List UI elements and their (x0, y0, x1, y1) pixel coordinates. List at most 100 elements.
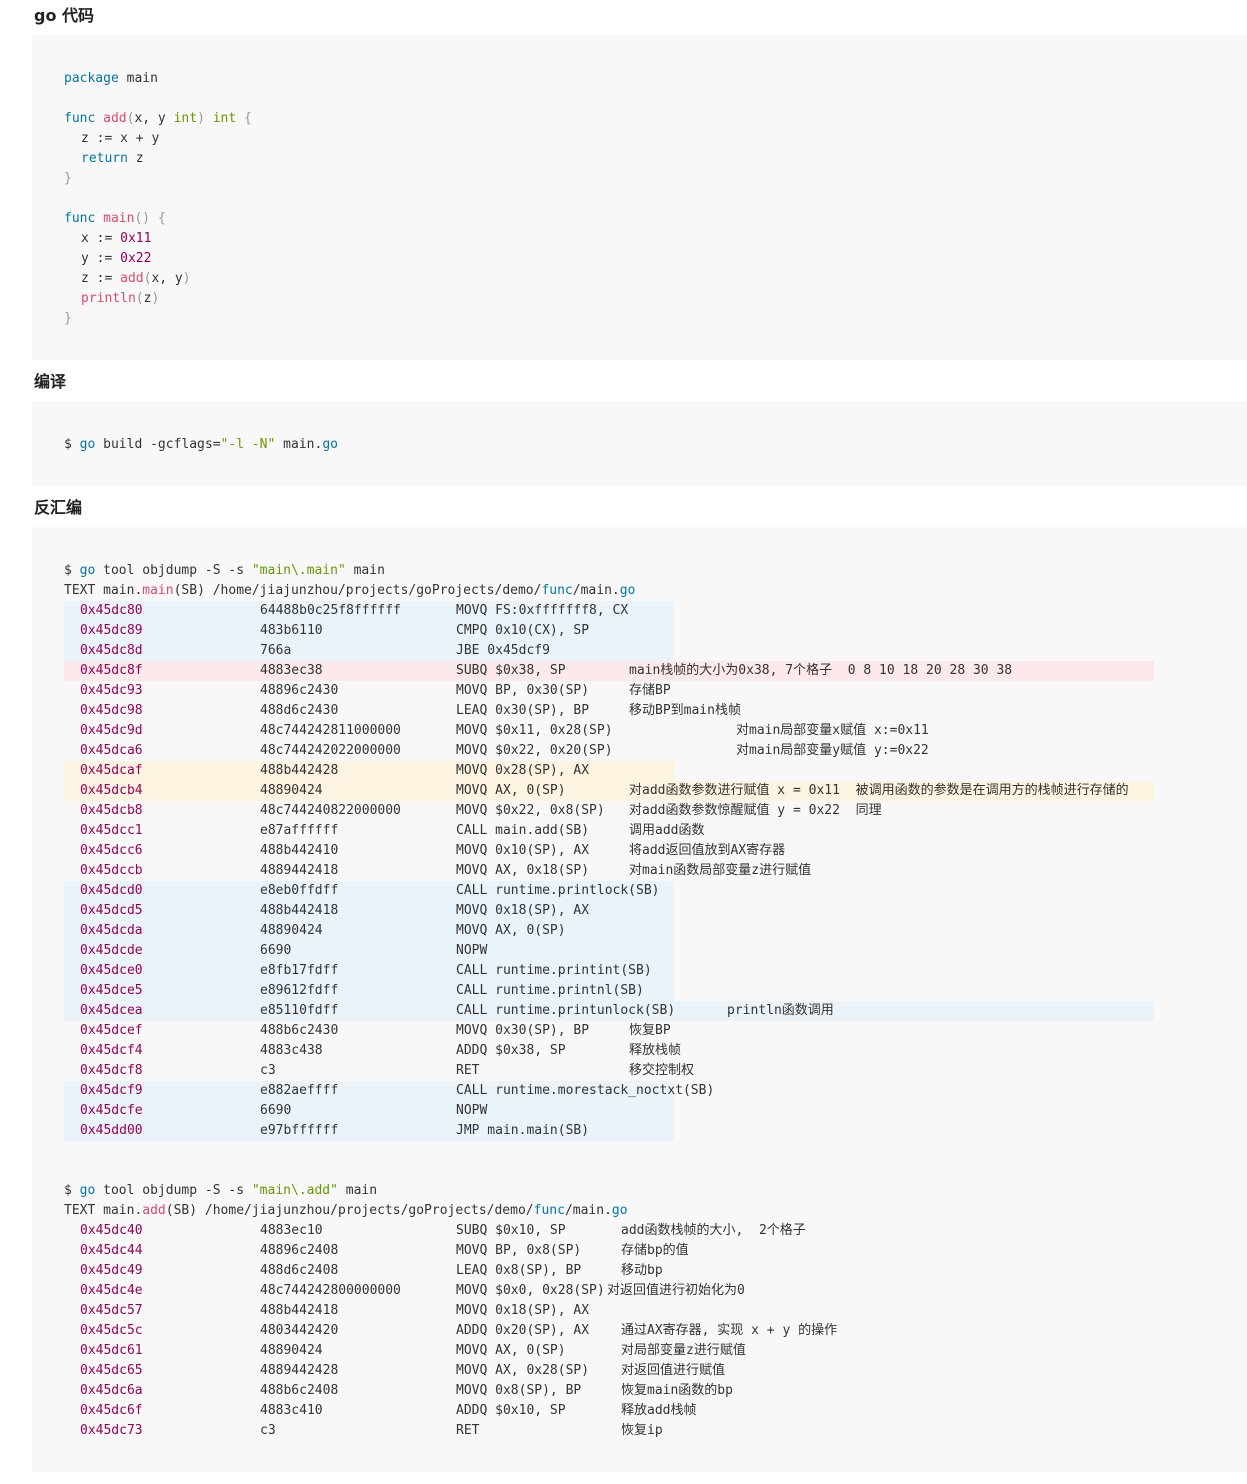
asm-comment: 对main函数局部变量z进行赋值 (629, 863, 812, 878)
asm-comment: 对局部变量z进行赋值 (621, 1343, 746, 1358)
asm-address: 0x45dc6f (80, 1403, 143, 1418)
number: 0x11 (120, 231, 152, 246)
asm-row: 0x45dc65 4889442428 MOVQ AX, 0x28(SP) 对返回值进… (64, 1361, 1247, 1381)
asm-address: 0x45dccb (80, 863, 143, 878)
asm-address: 0x45dc8d (80, 643, 143, 658)
asm-bytes: 6690 (260, 1103, 292, 1118)
asm-address: 0x45dc49 (80, 1263, 143, 1278)
asm-rows-main: 0x45dc80 64488b0c25f8ffffff MOVQ FS:0xffff… (32, 601, 1247, 1141)
asm-row: 0x45dc40 4883ec10 SUBQ $0x10, SP add函数栈帧的大小… (64, 1221, 1247, 1241)
asm-bytes: 48c744242811000000 (260, 723, 401, 738)
code-line: y := 0x22 (32, 249, 1247, 269)
asm-instruction: MOVQ 0x18(SP), AX (456, 1303, 590, 1318)
asm-bytes: 488b6c2430 (260, 1023, 339, 1038)
asm-instruction: MOVQ BP, 0x30(SP) (456, 683, 590, 698)
asm-row: 0x45dc6a 488b6c2408 MOVQ 0x8(SP), BP 恢复main… (64, 1381, 1247, 1401)
asm-address: 0x45dcc1 (80, 823, 143, 838)
asm-bytes: e882aeffff (260, 1083, 339, 1098)
path: /main. (572, 583, 620, 598)
asm-bytes: 4883ec10 (260, 1223, 323, 1238)
asm-row: 0x45dd00 e97bffffff JMP main.main(SB) (64, 1121, 674, 1141)
asm-comment: add函数栈帧的大小, 2个格子 (621, 1223, 806, 1238)
statement: y := (81, 251, 121, 266)
asm-row: 0x45dce0 e8fb17fdff CALL runtime.printint(… (64, 961, 674, 981)
asm-comment: 对返回值进行初始化为0 (607, 1283, 745, 1298)
asm-address: 0x45dc61 (80, 1343, 143, 1358)
asm-instruction: LEAQ 0x30(SP), BP (456, 703, 590, 718)
asm-bytes: 488b442410 (260, 843, 339, 858)
asm-instruction: LEAQ 0x8(SP), BP (456, 1263, 582, 1278)
asm-bytes: 488b442428 (260, 763, 339, 778)
asm-row: 0x45dca6 48c744242022000000 MOVQ $0x22, 0x… (64, 741, 1247, 761)
asm-bytes: 488d6c2430 (260, 703, 339, 718)
asm-row: 0x45dc73 c3 RET 恢复ip (64, 1421, 1247, 1441)
asm-address: 0x45dcea (80, 1003, 143, 1018)
asm-instruction: MOVQ AX, 0(SP) (456, 1343, 566, 1358)
function-name: add (120, 271, 144, 286)
asm-address: 0x45dce5 (80, 983, 143, 998)
keyword: func (541, 583, 573, 598)
asm-bytes: 6690 (260, 943, 292, 958)
asm-row: 0x45dc8f 4883ec38 SUBQ $0x38, SP main栈帧的大小为… (64, 661, 1154, 681)
code-line: } (32, 169, 1247, 189)
asm-bytes: 4883ec38 (260, 663, 323, 678)
function-name: main (103, 211, 135, 226)
asm-instruction: CALL runtime.printnl(SB) (456, 983, 644, 998)
asm-instruction: MOVQ $0x0, 0x28(SP) (456, 1283, 605, 1298)
identifier: z (135, 151, 144, 166)
asm-row: 0x45dcda 48890424 MOVQ AX, 0(SP) (64, 921, 674, 941)
asm-address: 0x45dcfe (80, 1103, 143, 1118)
asm-address: 0x45dcb4 (80, 783, 143, 798)
asm-address: 0x45dc40 (80, 1223, 143, 1238)
asm-bytes: 48896c2430 (260, 683, 339, 698)
disassembly: $ go tool objdump -S -s "main\.main" mai… (32, 561, 1247, 1441)
path: /main. (564, 1203, 612, 1218)
asm-row: 0x45dcde 6690 NOPW (64, 941, 674, 961)
brace: } (64, 171, 72, 186)
code-line: z := x + y (32, 129, 1247, 149)
asm-row: 0x45dc80 64488b0c25f8ffffff MOVQ FS:0xffff… (64, 601, 674, 621)
asm-row: 0x45dccb 4889442418 MOVQ AX, 0x18(SP) 对main… (64, 861, 1247, 881)
asm-instruction: SUBQ $0x10, SP (456, 1223, 566, 1238)
build-command: $ go build -gcflags="-l -N" main.go (32, 435, 1247, 455)
asm-bytes: 766a (260, 643, 292, 658)
asm-address: 0x45dcf9 (80, 1083, 143, 1098)
function-name: add (103, 111, 127, 126)
asm-comment: 释放add栈帧 (621, 1403, 697, 1418)
type: int (173, 111, 198, 126)
keyword: func (533, 1203, 565, 1218)
asm-address: 0x45dce0 (80, 963, 143, 978)
asm-comment: 对add函数参数惊醒赋值 y = 0x22 同理 (629, 803, 882, 818)
asm-bytes: c3 (260, 1063, 276, 1078)
section-heading-disasm: 反汇编 (34, 498, 83, 517)
args: tool objdump -S -s (103, 1183, 252, 1198)
build-code-block: $ go build -gcflags="-l -N" main.go (32, 401, 1247, 486)
asm-address: 0x45dc9d (80, 723, 143, 738)
asm-comment: 将add返回值放到AX寄存器 (629, 843, 786, 858)
asm-bytes: 64488b0c25f8ffffff (260, 603, 401, 618)
asm-bytes: 4883c410 (260, 1403, 323, 1418)
asm-instruction: MOVQ $0x22, 0x20(SP) (456, 743, 613, 758)
asm-bytes: e8eb0ffdff (260, 883, 339, 898)
text-prefix: TEXT main. (64, 1203, 143, 1218)
brace: } (64, 311, 72, 326)
asm-comment: 对main局部变量x赋值 x:=0x11 (736, 723, 929, 738)
args: x, y (151, 271, 183, 286)
asm-comment: 对add函数参数进行赋值 x = 0x11 被调用函数的参数是在调用方的栈帧进行… (629, 783, 1129, 798)
asm-row: 0x45dcfe 6690 NOPW (64, 1101, 674, 1121)
command: go (79, 1183, 96, 1198)
asm-row: 0x45dcaf 488b442428 MOVQ 0x28(SP), AX (64, 761, 674, 781)
asm-row: 0x45dcf8 c3 RET 移交控制权 (64, 1061, 1247, 1081)
file-ext: go (619, 583, 636, 598)
asm-row: 0x45dcea e85110fdff CALL runtime.printunlo… (64, 1001, 1154, 1021)
asm-instruction: ADDQ 0x20(SP), AX (456, 1323, 590, 1338)
asm-address: 0x45dcd0 (80, 883, 143, 898)
disassembly-code-block: $ go tool objdump -S -s "main\.main" mai… (32, 527, 1247, 1472)
asm-row: 0x45dc57 488b442418 MOVQ 0x18(SP), AX (64, 1301, 1247, 1321)
keyword: func (64, 111, 96, 126)
asm-comment: 移交控制权 (629, 1063, 695, 1078)
asm-address: 0x45dc65 (80, 1363, 143, 1378)
statement: x := (81, 231, 121, 246)
